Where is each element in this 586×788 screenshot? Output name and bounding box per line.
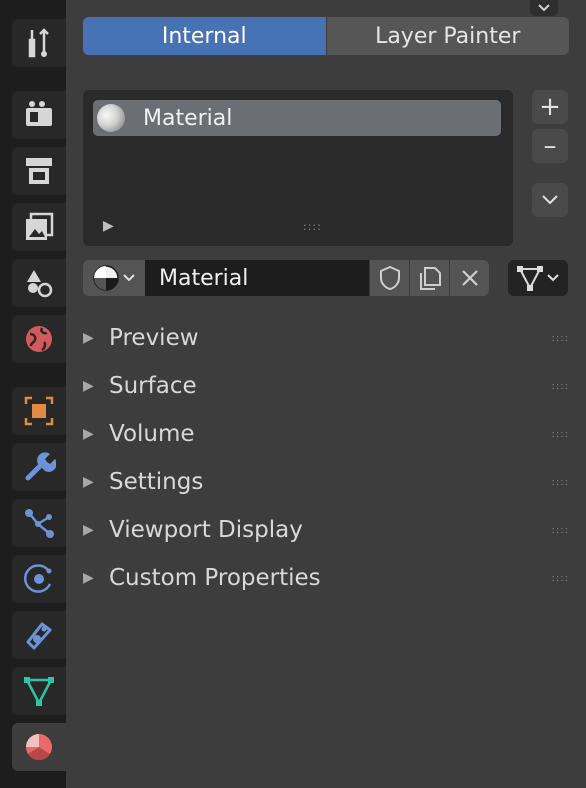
panel-viewport-display[interactable]: ▶ Viewport Display :::: [83, 510, 569, 550]
chevron-down-icon [538, 4, 550, 12]
material-name-field[interactable]: Material [145, 260, 369, 296]
duplicate-icon [419, 267, 441, 290]
tool-icon [28, 28, 49, 58]
new-material-button[interactable] [409, 260, 449, 296]
fake-user-button[interactable] [369, 260, 409, 296]
particles-icon [25, 509, 54, 538]
expand-icon: ▶ [83, 522, 94, 538]
drag-handle[interactable]: :::: [552, 333, 569, 344]
panel-custom-properties[interactable]: ▶ Custom Properties :::: [83, 558, 569, 598]
close-icon [461, 270, 478, 286]
panel-label: Preview [109, 325, 199, 351]
panel-surface[interactable]: ▶ Surface :::: [83, 366, 569, 406]
tab-view-layer[interactable] [12, 203, 66, 251]
tab-material[interactable] [12, 723, 66, 771]
physics-icon [23, 564, 52, 593]
tab-tool[interactable] [12, 19, 66, 67]
list-resize-grip[interactable]: :::: [303, 220, 322, 233]
drag-handle[interactable]: :::: [552, 573, 569, 584]
slot-label: Material [143, 105, 233, 131]
render-mode-switch: Internal Layer Painter [83, 17, 569, 55]
panel-label: Volume [109, 421, 195, 447]
browse-material-button[interactable] [83, 260, 145, 296]
list-filter-expand-icon[interactable]: ▶ [103, 218, 114, 234]
expand-icon: ▶ [83, 330, 94, 346]
internal-tab[interactable]: Internal [83, 17, 326, 55]
constraints-icon [26, 622, 52, 650]
panel-label: Viewport Display [109, 517, 303, 543]
material-slot-list: Material ▶ :::: [83, 90, 513, 246]
expand-icon: ▶ [83, 378, 94, 394]
expand-icon: ▶ [83, 426, 94, 442]
remove-slot-button[interactable]: – [532, 129, 568, 163]
shield-icon [379, 265, 400, 291]
panel-label: Surface [109, 373, 197, 399]
tab-object[interactable] [12, 387, 66, 435]
panel-settings[interactable]: ▶ Settings :::: [83, 462, 569, 502]
view-layer-icon [26, 212, 54, 240]
slot-specials-button[interactable] [532, 183, 568, 217]
tab-physics[interactable] [12, 555, 66, 603]
expand-icon: ▶ [83, 474, 94, 490]
tab-output[interactable] [12, 147, 66, 195]
panel-label: Custom Properties [109, 565, 321, 591]
tab-constraints[interactable] [12, 611, 66, 659]
render-icon [26, 101, 52, 126]
mesh-data-icon [517, 266, 543, 291]
chevron-down-icon [542, 195, 558, 205]
drag-handle[interactable]: :::: [552, 477, 569, 488]
add-slot-button[interactable]: + [532, 90, 568, 124]
drag-handle[interactable]: :::: [552, 429, 569, 440]
tab-scene[interactable] [12, 259, 66, 307]
tab-object-data[interactable] [12, 667, 66, 715]
drag-handle[interactable]: :::: [552, 381, 569, 392]
material-preview-icon [97, 104, 125, 132]
link-type-dropdown[interactable] [508, 260, 568, 296]
object-data-icon [24, 677, 54, 706]
world-icon [26, 326, 52, 352]
tab-render[interactable] [12, 91, 66, 139]
tab-modifier[interactable] [12, 443, 66, 491]
object-icon [24, 396, 54, 426]
material-name: Material [159, 265, 249, 291]
chevron-down-icon [123, 274, 135, 282]
output-icon [26, 158, 52, 184]
panel-preview[interactable]: ▶ Preview :::: [83, 318, 569, 358]
panel-label: Settings [109, 469, 204, 495]
collapse-header-button[interactable] [530, 0, 558, 16]
properties-tab-bar [0, 0, 66, 788]
scene-icon [27, 270, 53, 298]
panel-volume[interactable]: ▶ Volume :::: [83, 414, 569, 454]
material-icon [26, 734, 52, 761]
tab-world[interactable] [12, 315, 66, 363]
modifier-icon [25, 452, 56, 481]
expand-icon: ▶ [83, 570, 94, 586]
material-icon [93, 265, 119, 291]
drag-handle[interactable]: :::: [552, 525, 569, 536]
chevron-down-icon [547, 274, 559, 282]
tab-particles[interactable] [12, 499, 66, 547]
unlink-material-button[interactable] [449, 260, 489, 296]
layer-painter-tab[interactable]: Layer Painter [325, 17, 569, 55]
list-item[interactable]: Material [93, 100, 501, 136]
